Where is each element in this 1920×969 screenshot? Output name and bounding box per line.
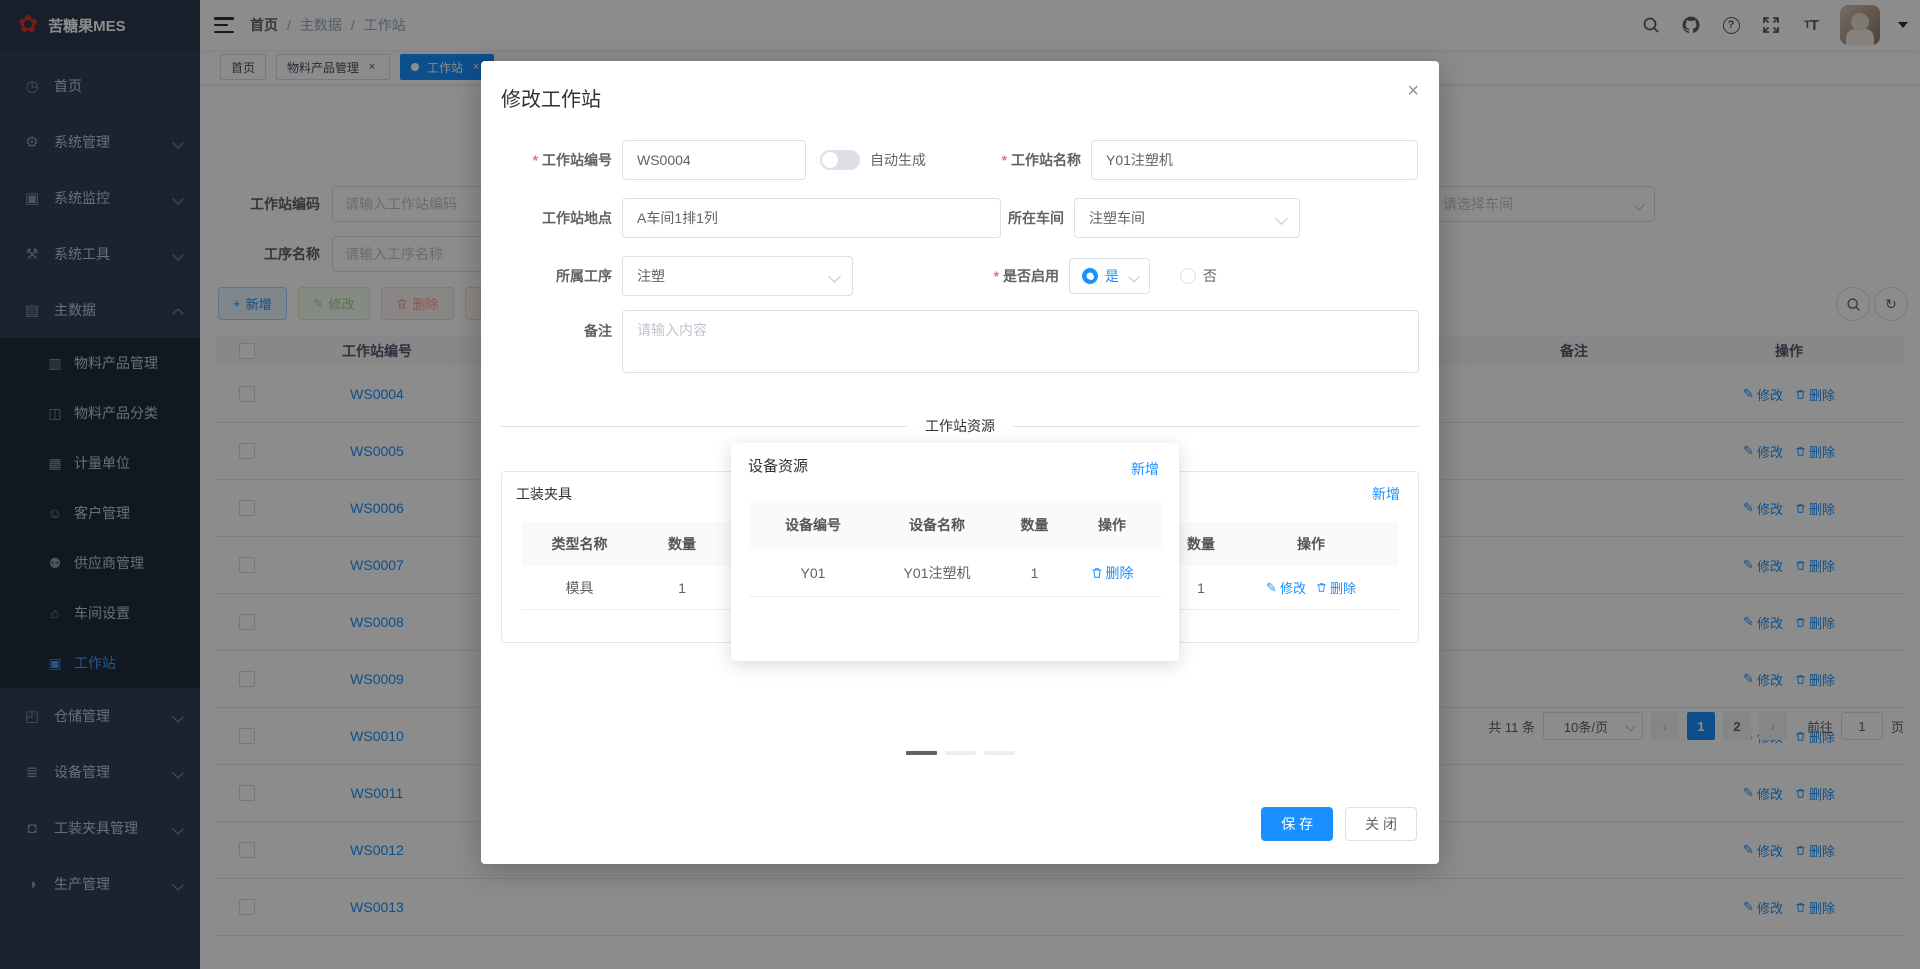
equipment-add-link[interactable]: 新增: [1131, 459, 1159, 479]
edit-workstation-dialog: 修改工作站 × 工作站编号 自动生成 工作站名称 工作站地点 所在车间 注塑车间…: [481, 61, 1439, 864]
workshop-dialog-select-value: 注塑车间: [1089, 210, 1145, 226]
dialog-close-icon[interactable]: ×: [1407, 81, 1419, 101]
equipment-resource-popup: 设备资源 新增 设备编号 设备名称 数量 操作 Y01 Y01注塑机 1 删除: [731, 443, 1179, 661]
ws-location-label: 工作站地点: [542, 210, 612, 226]
equip-delete-link[interactable]: 删除: [1091, 563, 1134, 583]
equip-qty-cell: 1: [1030, 564, 1039, 581]
remark-textarea[interactable]: [622, 310, 1419, 373]
workshop-label: 所在车间: [1008, 210, 1064, 226]
right-card-add-link[interactable]: 新增: [1372, 484, 1400, 504]
enabled-yes-radio[interactable]: 是: [1069, 258, 1150, 294]
app-viewport: ✿ 苦糖果MES ◷ 首页 ⚙ 系统管理 ▣ 系统监控 ⚒ 系统工具 ▤ 主数据…: [0, 0, 1920, 969]
workshop-dialog-select[interactable]: 注塑车间: [1074, 198, 1300, 238]
auto-generate-toggle[interactable]: [820, 150, 860, 170]
equip-col-code: 设备编号: [785, 517, 841, 533]
process-label: 所属工序: [556, 268, 612, 284]
resources-divider: 工作站资源: [501, 416, 1419, 436]
equipment-table: 设备编号 设备名称 数量 操作 Y01 Y01注塑机 1 删除: [749, 501, 1162, 597]
ws-code-input[interactable]: [622, 140, 806, 180]
carousel-indicator-1[interactable]: [906, 751, 937, 755]
fixture-col-type: 类型名称: [551, 536, 608, 552]
enabled-yes-label: 是: [1105, 268, 1119, 284]
trash-icon: [1092, 567, 1101, 578]
fixture-type-cell: 模具: [565, 579, 594, 596]
equipment-row: Y01 Y01注塑机 1 删除: [749, 549, 1162, 597]
enabled-label: 是否启用: [951, 266, 1059, 286]
right-row-edit-link[interactable]: ✎ 修改: [1266, 578, 1306, 597]
ws-name-input[interactable]: [1091, 140, 1418, 180]
enabled-no-label: 否: [1203, 268, 1217, 284]
radio-dot-icon: [1082, 268, 1098, 284]
carousel-indicator-3[interactable]: [984, 751, 1015, 755]
equipment-popup-title: 设备资源: [748, 458, 809, 475]
radio-dot-icon: [1180, 268, 1196, 284]
dialog-title: 修改工作站: [501, 89, 601, 111]
save-button[interactable]: 保 存: [1261, 807, 1334, 841]
close-button[interactable]: 关 闭: [1345, 807, 1417, 841]
process-select[interactable]: 注塑: [622, 256, 853, 296]
carousel-indicator-2[interactable]: [945, 751, 976, 755]
auto-generate-label: 自动生成: [870, 152, 926, 168]
fixture-card-title: 工装夹具: [516, 486, 572, 502]
dialog-footer: 保 存 关 闭: [1261, 807, 1417, 841]
equip-col-op: 操作: [1098, 517, 1126, 533]
equip-code-cell: Y01: [800, 564, 826, 581]
ws-location-input[interactable]: [622, 198, 1001, 238]
fixture-col-qty: 数量: [668, 536, 696, 552]
ws-name-label: 工作站名称: [951, 150, 1081, 170]
ws-code-label: 工作站编号: [481, 150, 612, 170]
equip-col-name: 设备名称: [909, 517, 965, 533]
right-col-op: 操作: [1297, 536, 1325, 552]
remark-label: 备注: [584, 323, 612, 339]
right-row-delete-link[interactable]: 删除: [1316, 578, 1356, 597]
edit-icon: ✎: [1266, 579, 1277, 595]
equip-col-qty: 数量: [1020, 517, 1049, 533]
fixture-qty-cell: 1: [678, 579, 686, 596]
trash-icon: [1317, 583, 1326, 592]
equip-name-cell: Y01注塑机: [903, 564, 971, 581]
resources-divider-label: 工作站资源: [925, 418, 995, 434]
enabled-no-radio[interactable]: 否: [1180, 266, 1217, 286]
carousel-indicators: [906, 751, 1015, 755]
process-select-value: 注塑: [637, 268, 665, 284]
